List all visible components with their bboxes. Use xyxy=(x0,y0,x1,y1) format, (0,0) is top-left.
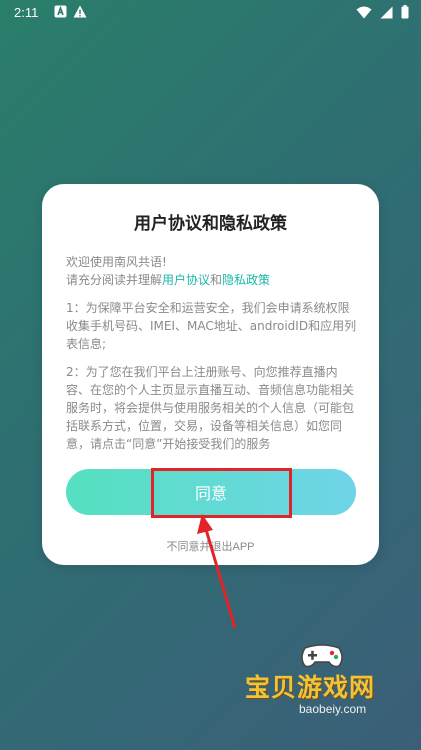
a-notification-icon xyxy=(54,5,67,22)
user-agreement-link[interactable]: 用户协议 xyxy=(162,273,210,287)
privacy-policy-link[interactable]: 隐私政策 xyxy=(222,273,270,287)
battery-icon xyxy=(401,5,409,23)
dialog-title: 用户协议和隐私政策 xyxy=(134,214,287,233)
and-text: 和 xyxy=(210,273,223,287)
read-prefix-text: 请充分阅读并理解 xyxy=(66,273,163,287)
gamepad-icon xyxy=(301,644,343,668)
intro-paragraph: 欢迎使用南风共语! 请充分阅读并理解用户协议和隐私政策 xyxy=(66,253,357,289)
status-right-icons xyxy=(356,5,409,23)
status-time: 2:11 xyxy=(14,5,39,20)
cellular-signal-icon xyxy=(380,6,393,23)
wifi-icon xyxy=(356,6,372,23)
warning-icon xyxy=(73,5,87,22)
welcome-text: 欢迎使用南风共语! xyxy=(66,255,167,269)
permissions-paragraph: 1：为保障平台安全和运营安全，我们会申请系统权限收集手机号码、IMEI、MAC地… xyxy=(66,301,357,351)
watermark-logo: 宝贝游戏网 baobeiy.com xyxy=(235,640,415,745)
watermark-title: 宝贝游戏网 xyxy=(245,674,376,702)
services-paragraph: 2：为了您在我们平台上注册账号、向您推荐直播内容、在您的个人主页显示直播互动、音… xyxy=(66,365,355,451)
red-arrow-icon xyxy=(197,514,237,629)
status-left-icons xyxy=(54,5,87,22)
watermark-url: baobeiy.com xyxy=(299,702,367,716)
dialog-body: 欢迎使用南风共语! 请充分阅读并理解用户协议和隐私政策 1：为保障平台安全和运营… xyxy=(66,253,357,463)
status-bar: 2:11 xyxy=(0,0,421,26)
